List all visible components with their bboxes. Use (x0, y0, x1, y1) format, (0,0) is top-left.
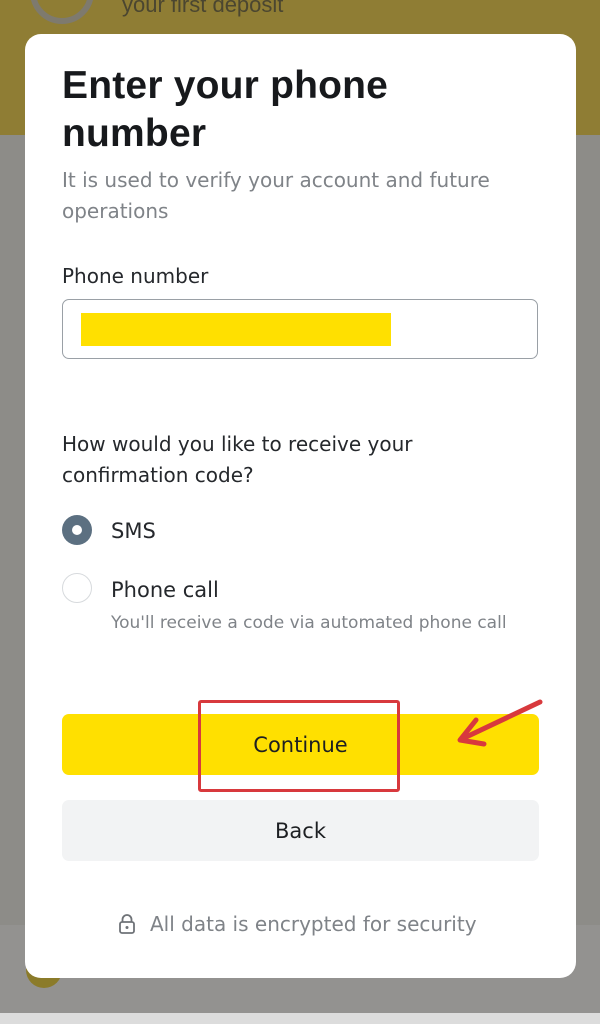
option-label-sms[interactable]: SMS (111, 519, 156, 543)
system-bottom-bar (0, 1013, 600, 1024)
annotation-highlight-box (198, 700, 400, 792)
background-progress-ring (30, 0, 94, 24)
lock-icon (119, 914, 135, 934)
modal-title: Enter your phone number (62, 64, 389, 155)
phone-number-value-redacted (81, 313, 391, 346)
phone-number-modal: Enter your phone number It is used to ve… (25, 34, 576, 978)
back-button[interactable]: Back (62, 800, 539, 861)
phone-number-input[interactable] (62, 299, 538, 359)
security-note: All data is encrypted for security (118, 912, 477, 936)
radio-phone-call[interactable] (62, 573, 92, 603)
phone-number-label: Phone number (62, 264, 209, 288)
option-hint-phone-call: You'll receive a code via automated phon… (111, 613, 507, 633)
background-header-text: your first deposit (122, 0, 284, 17)
security-note-text: All data is encrypted for security (150, 912, 477, 936)
confirmation-question: How would you like to receive your confi… (62, 432, 413, 487)
modal-subtitle: It is used to verify your account and fu… (62, 168, 490, 223)
radio-sms[interactable] (62, 515, 92, 545)
annotation-arrow-icon (457, 699, 543, 747)
option-label-phone-call[interactable]: Phone call (111, 578, 219, 602)
